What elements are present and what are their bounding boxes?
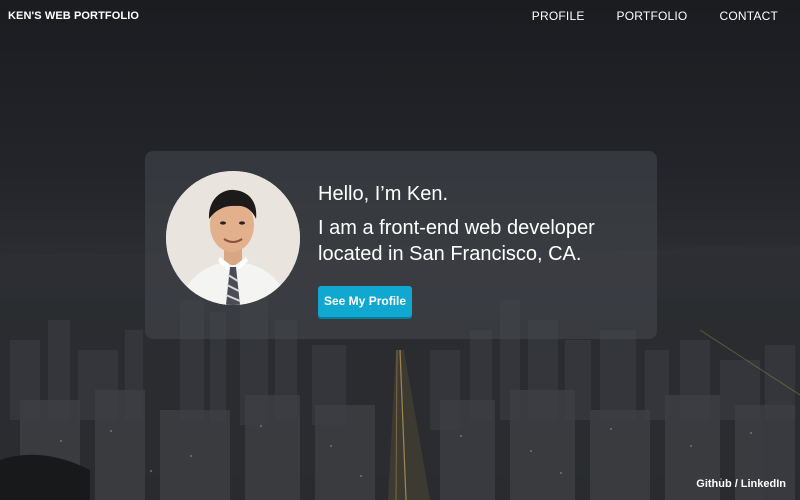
social-links: Github / LinkedIn <box>696 478 786 490</box>
linkedin-link[interactable]: LinkedIn <box>741 478 786 490</box>
profile-photo-icon <box>166 171 300 305</box>
hero-greeting: Hello, I’m Ken. <box>318 183 449 205</box>
top-navbar: KEN'S WEB PORTFOLIO PROFILE PORTFOLIO CO… <box>0 0 800 32</box>
nav-links: PROFILE PORTFOLIO CONTACT <box>500 9 792 23</box>
link-separator: / <box>734 478 738 490</box>
site-brand-link[interactable]: KEN'S WEB PORTFOLIO <box>8 10 139 22</box>
nav-link-profile[interactable]: PROFILE <box>532 9 585 23</box>
nav-link-portfolio[interactable]: PORTFOLIO <box>617 9 688 23</box>
hero-tagline: I am a front-end web developer located i… <box>318 217 595 265</box>
hero-card: Hello, I’m Ken. I am a front-end web dev… <box>145 151 657 339</box>
nav-link-contact[interactable]: CONTACT <box>719 9 778 23</box>
hero-text: Hello, I’m Ken. I am a front-end web dev… <box>318 181 638 317</box>
github-link[interactable]: Github <box>696 478 731 490</box>
see-my-profile-button[interactable]: See My Profile <box>318 286 413 317</box>
avatar <box>166 171 300 305</box>
